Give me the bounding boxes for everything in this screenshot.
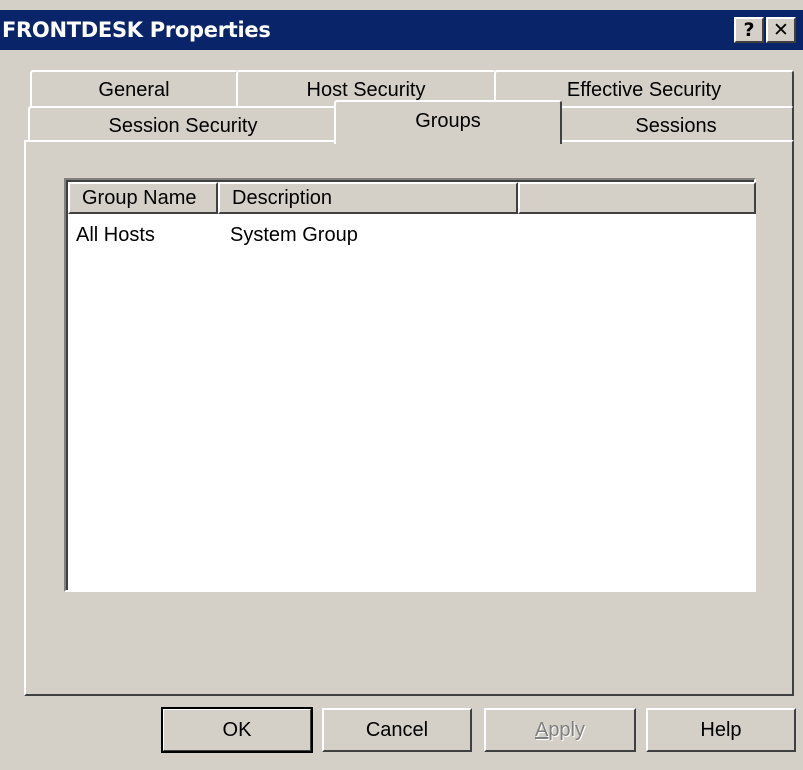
group-description-cell: System Group [230, 224, 358, 246]
group-name-cell: All Hosts [76, 224, 155, 246]
column-header-group-name[interactable]: Group Name [68, 182, 218, 214]
apply-button[interactable]: Apply [484, 708, 636, 752]
tab-session-security[interactable]: Session Security [28, 106, 338, 142]
column-header-empty[interactable] [518, 182, 756, 214]
title-bar[interactable]: FRONTDESK Properties ? ✕ [0, 10, 803, 50]
tab-general-label: General [98, 79, 170, 101]
close-icon: ✕ [773, 19, 789, 41]
apply-accelerator: A [534, 719, 549, 741]
ok-button[interactable]: OK [161, 707, 313, 753]
tab-session-security-label: Session Security [108, 115, 258, 137]
cancel-button[interactable]: Cancel [322, 708, 472, 752]
groups-list[interactable]: Group Name Description All Hosts System … [64, 178, 756, 592]
close-button[interactable]: ✕ [766, 17, 796, 43]
help-button[interactable]: ? [734, 17, 764, 43]
apply-label-rest: pply [548, 719, 586, 741]
tab-sessions[interactable]: Sessions [558, 106, 794, 142]
tab-sessions-label: Sessions [635, 115, 717, 137]
column-header-description[interactable]: Description [218, 182, 518, 214]
window-title: FRONTDESK Properties [2, 18, 271, 42]
tab-groups[interactable]: Groups [334, 100, 562, 144]
tab-groups-label: Groups [415, 110, 481, 132]
properties-dialog: FRONTDESK Properties ? ✕ General Host Se… [0, 0, 803, 770]
help-dialog-button[interactable]: Help [646, 708, 796, 752]
tab-general[interactable]: General [30, 70, 238, 110]
